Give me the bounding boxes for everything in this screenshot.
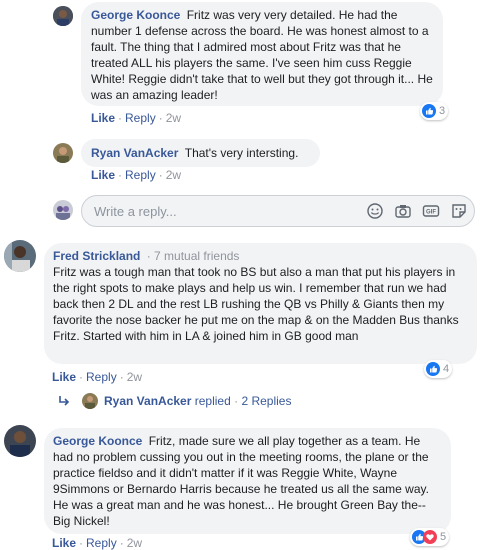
reply-link[interactable]: Reply: [125, 111, 156, 125]
separator: ·: [79, 370, 84, 384]
reply-input[interactable]: Write a reply... GIF: [81, 195, 475, 227]
love-reaction-icon: [423, 530, 437, 544]
like-link[interactable]: Like: [91, 111, 115, 125]
reply-arrow-icon: [59, 396, 70, 406]
replier-name: Ryan VanAcker: [104, 394, 192, 408]
comment-author[interactable]: Ryan VanAcker: [91, 146, 178, 160]
like-reaction-icon: [426, 362, 440, 376]
comment-actions: Like · Reply · 2w: [91, 111, 181, 125]
emoji-icon[interactable]: [366, 202, 384, 220]
separator: ·: [158, 168, 163, 182]
view-replies-link[interactable]: Ryan VanAcker replied · 2 Replies: [104, 394, 291, 408]
comment-author[interactable]: George Koonce: [53, 434, 142, 448]
comment-text: Fritz was very very detailed. He had the…: [91, 8, 433, 102]
comment-bubble: Fred Strickland · 7 mutual friends Fritz…: [44, 243, 477, 364]
reply-link[interactable]: Reply: [125, 168, 156, 182]
current-user-avatar: [53, 200, 73, 220]
separator: ·: [118, 111, 123, 125]
svg-text:GIF: GIF: [426, 210, 436, 216]
reaction-badge[interactable]: 5: [410, 528, 450, 546]
camera-icon[interactable]: [394, 202, 412, 220]
replied-text: replied: [194, 394, 231, 408]
like-link[interactable]: Like: [91, 168, 115, 182]
reaction-count: 5: [440, 531, 447, 543]
avatar[interactable]: [4, 240, 36, 272]
like-reaction-icon: [422, 104, 436, 118]
comment-text: Fritz, made sure we all play together as…: [53, 434, 429, 528]
replier-avatar: [82, 393, 98, 409]
separator: ·: [158, 111, 163, 125]
comment-author[interactable]: George Koonce: [91, 8, 180, 22]
avatar[interactable]: [53, 6, 73, 26]
comment-text: Fritz was a tough man that took no BS bu…: [53, 265, 459, 343]
comment-bubble: George Koonce Fritz was very very detail…: [81, 2, 443, 106]
timestamp[interactable]: 2w: [127, 370, 142, 384]
separator: ·: [234, 394, 239, 408]
gif-icon[interactable]: GIF: [422, 202, 440, 220]
separator: ·: [119, 536, 124, 550]
reply-link[interactable]: Reply: [86, 370, 117, 384]
like-link[interactable]: Like: [52, 536, 76, 550]
avatar[interactable]: [4, 425, 36, 457]
comment-actions: Like · Reply · 2w: [91, 168, 181, 182]
comment-bubble: George Koonce Fritz, made sure we all pl…: [44, 428, 451, 534]
reaction-badge[interactable]: 4: [424, 360, 453, 378]
separator: ·: [118, 168, 123, 182]
timestamp[interactable]: 2w: [166, 168, 181, 182]
comment-author[interactable]: Fred Strickland: [53, 249, 140, 263]
timestamp[interactable]: 2w: [166, 111, 181, 125]
reply-input-placeholder: Write a reply...: [94, 204, 177, 219]
avatar[interactable]: [53, 143, 73, 163]
timestamp[interactable]: 2w: [127, 536, 142, 550]
replies-count: 2 Replies: [241, 394, 292, 408]
separator: ·: [119, 370, 124, 384]
comment-actions: Like · Reply · 2w: [52, 370, 142, 384]
reaction-count: 3: [439, 105, 446, 117]
comment-bubble: Ryan VanAcker That's very intersting.: [81, 139, 320, 167]
sticker-icon[interactable]: [450, 202, 468, 220]
reaction-badge[interactable]: 3: [420, 102, 449, 120]
mutual-friends[interactable]: · 7 mutual friends: [147, 249, 240, 263]
separator: ·: [79, 536, 84, 550]
comment-text: That's very intersting.: [184, 146, 299, 160]
comment-actions: Like · Reply · 2w: [52, 536, 142, 550]
like-link[interactable]: Like: [52, 370, 76, 384]
reply-link[interactable]: Reply: [86, 536, 117, 550]
reaction-count: 4: [443, 363, 450, 375]
